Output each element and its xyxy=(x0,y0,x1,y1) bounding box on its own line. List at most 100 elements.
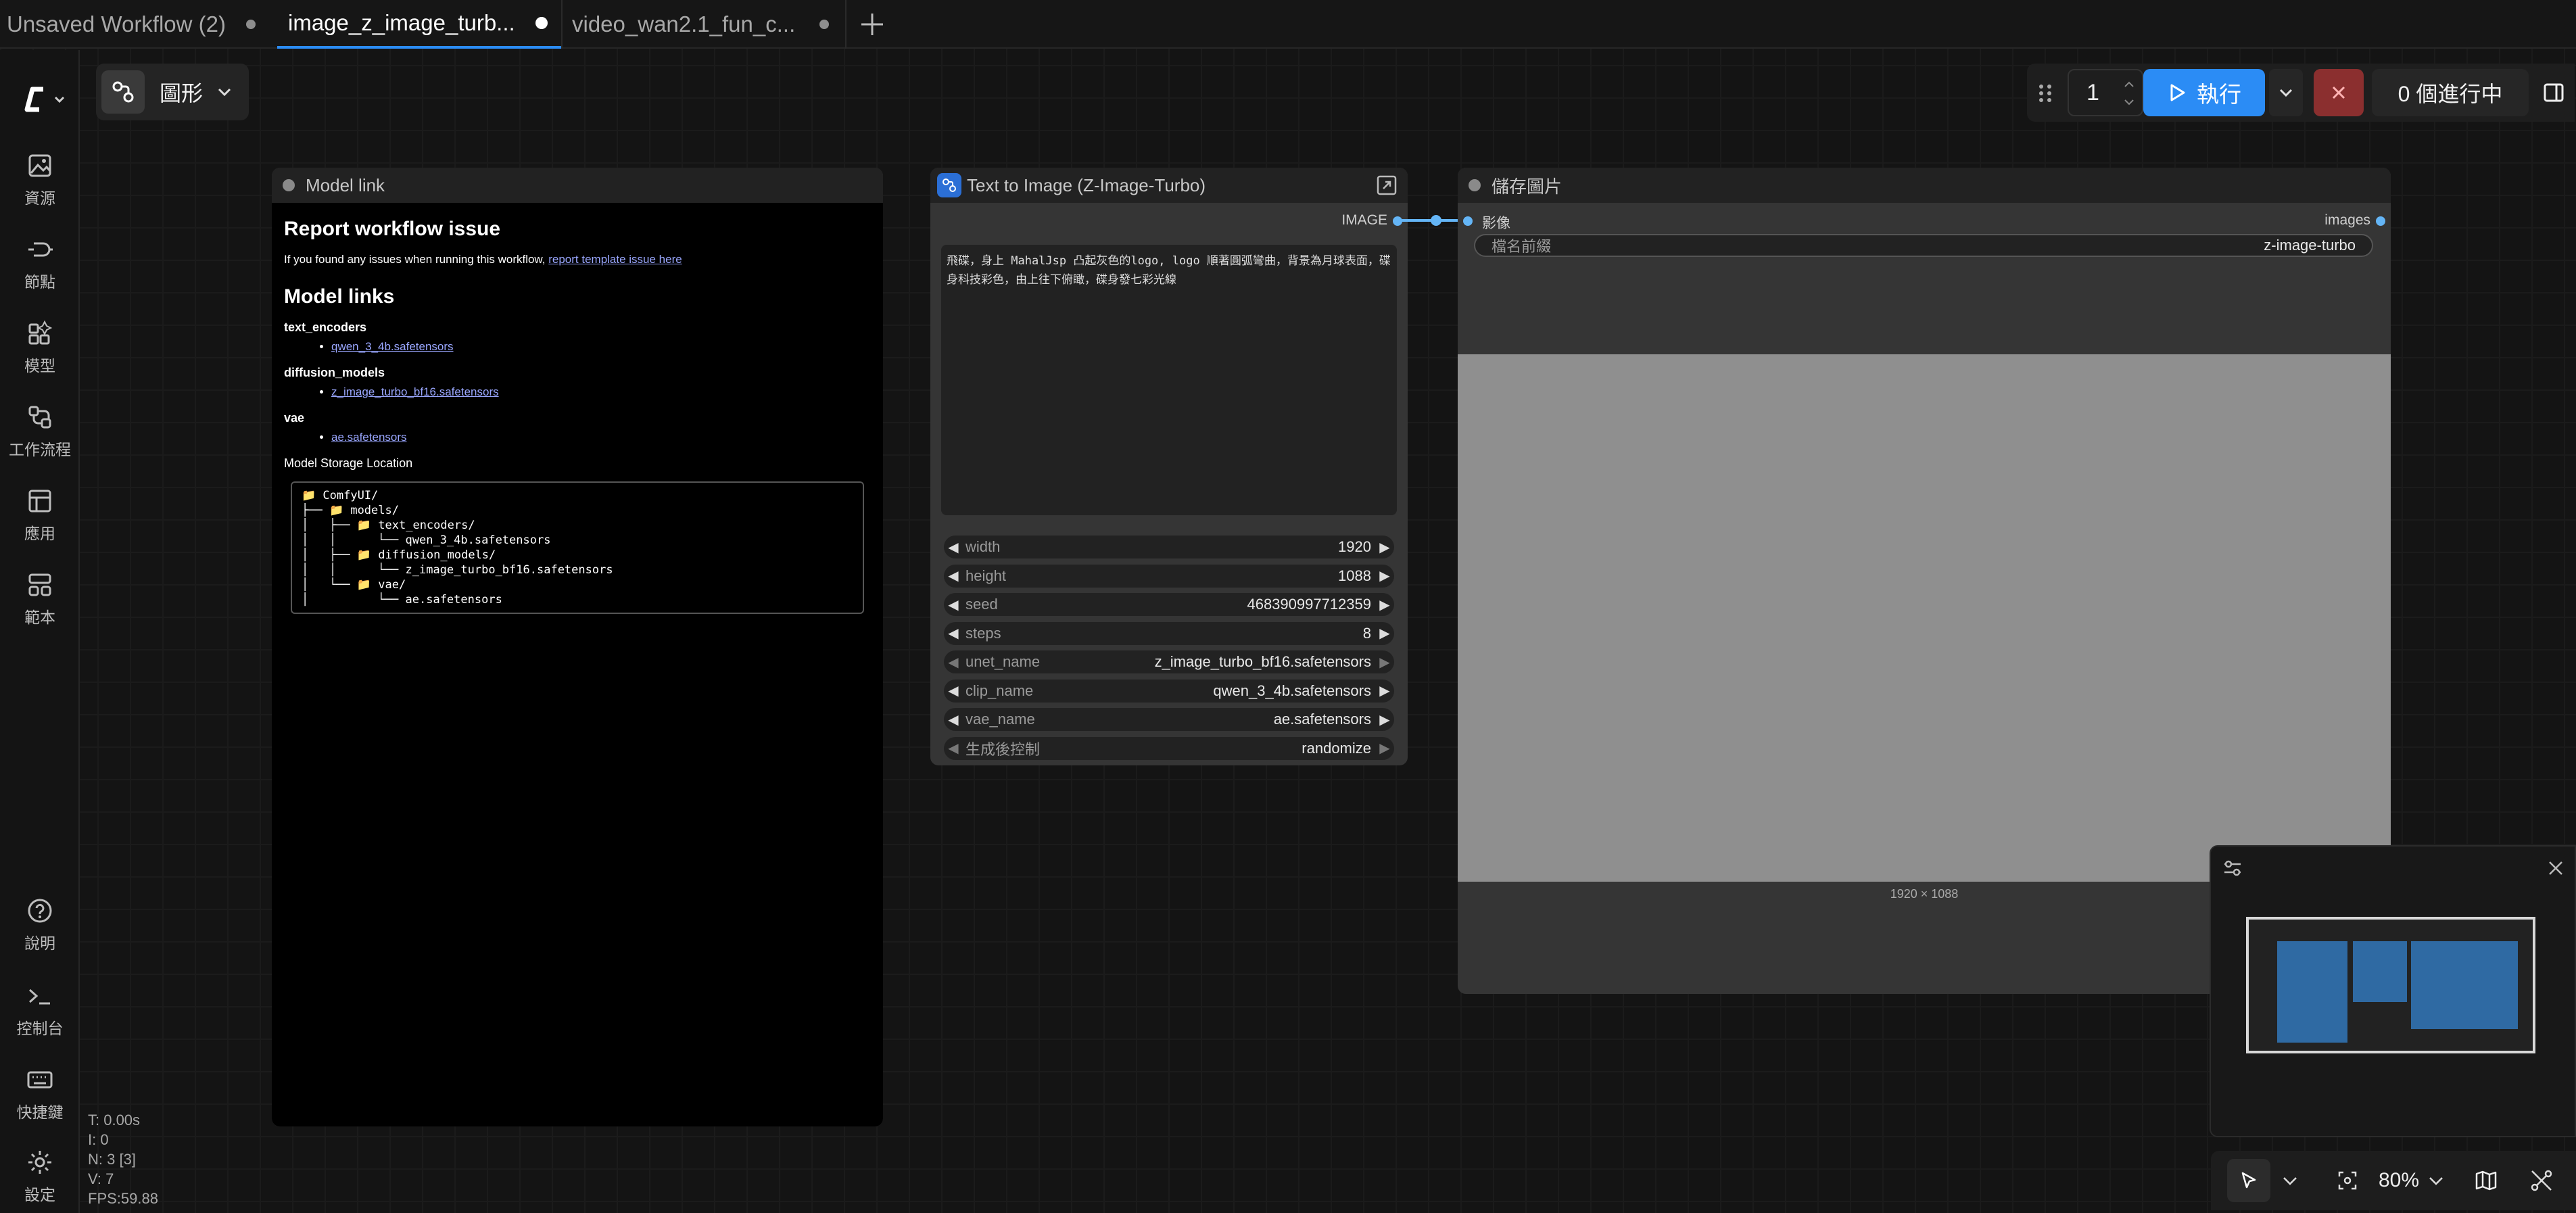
report-issue-link[interactable]: report template issue here xyxy=(548,253,682,266)
chevron-down-icon xyxy=(2279,89,2293,97)
stat-nodes: N: 3 [3] xyxy=(88,1151,136,1168)
tab-unsaved-workflow[interactable]: Unsaved Workflow (2) xyxy=(7,0,264,49)
minimap-toggle-icon[interactable] xyxy=(2473,1168,2499,1193)
increment-arrow-icon[interactable]: ▶ xyxy=(1375,740,1394,757)
text-to-image-node[interactable]: Text to Image (Z-Image-Turbo) IMAGE 飛碟，身… xyxy=(930,168,1408,765)
close-icon[interactable] xyxy=(2544,856,2568,880)
widget-label: unet_name xyxy=(965,653,1041,670)
run-button[interactable]: 執行 xyxy=(2143,69,2265,116)
select-tool-button[interactable] xyxy=(2227,1159,2270,1202)
model-library-icon xyxy=(28,320,53,345)
node-header[interactable]: Text to Image (Z-Image-Turbo) xyxy=(930,168,1408,203)
run-options-dropdown[interactable] xyxy=(2269,69,2303,116)
output-slot-dot[interactable] xyxy=(2376,216,2385,226)
model-file-link[interactable]: ae.safetensors xyxy=(331,431,407,444)
input-slot-dot[interactable] xyxy=(1463,216,1473,226)
widget-height[interactable]: ◀ height 1088 ▶ xyxy=(944,564,1394,588)
sidebar-item-models[interactable]: 模型 xyxy=(0,318,80,376)
fit-view-icon[interactable] xyxy=(2335,1168,2360,1193)
comfy-logo-icon[interactable] xyxy=(20,84,68,115)
increment-arrow-icon[interactable]: ▶ xyxy=(1375,539,1394,556)
chevron-down-icon xyxy=(218,88,231,97)
tab-label: video_wan2.1_fun_c... xyxy=(572,11,796,37)
increment-arrow-icon[interactable]: ▶ xyxy=(1375,567,1394,584)
stat-i: I: 0 xyxy=(88,1131,109,1148)
model-file-link[interactable]: qwen_3_4b.safetensors xyxy=(331,340,454,353)
collapse-dot-icon[interactable] xyxy=(283,179,295,191)
chevron-down-icon xyxy=(2429,1177,2443,1185)
batch-count-stepper[interactable]: 1 xyxy=(2068,69,2143,116)
sidebar-item-workflows[interactable]: 工作流程 xyxy=(0,402,80,460)
widget--[interactable]: ◀ 生成後控制 randomize ▶ xyxy=(944,736,1394,760)
stepper-arrows-icon[interactable] xyxy=(2122,76,2137,111)
new-tab-plus-icon[interactable] xyxy=(856,8,888,41)
queue-status-button[interactable]: 0 個進行中 xyxy=(2372,69,2529,116)
increment-arrow-icon[interactable]: ▶ xyxy=(1375,596,1394,613)
unsaved-dot-icon[interactable] xyxy=(246,20,256,29)
hide-links-icon[interactable] xyxy=(2529,1168,2554,1193)
decrement-arrow-icon[interactable]: ◀ xyxy=(944,596,963,613)
node-library-icon xyxy=(28,242,53,257)
increment-arrow-icon[interactable]: ▶ xyxy=(1375,682,1394,699)
stat-time: T: 0.00s xyxy=(88,1112,141,1128)
sidebar-item-templates[interactable]: 範本 xyxy=(0,569,80,627)
decrement-arrow-icon[interactable]: ◀ xyxy=(944,711,963,728)
increment-arrow-icon[interactable]: ▶ xyxy=(1375,711,1394,728)
sidebar-item-assets[interactable]: 資源 xyxy=(0,150,80,208)
prompt-textarea[interactable]: 飛碟，身上 MahalJsp 凸起灰色的logo, logo 順著圓弧彎曲，背景… xyxy=(941,245,1397,515)
model-link-node[interactable]: Model link Report workflow issue If you … xyxy=(272,168,883,1126)
input-slot-label: 影像 xyxy=(1482,216,1510,231)
cancel-run-button[interactable] xyxy=(2314,69,2364,116)
tab-video-wan[interactable]: video_wan2.1_fun_c... xyxy=(572,0,836,49)
graph-mode-label: 圖形 xyxy=(160,81,204,105)
decrement-arrow-icon[interactable]: ◀ xyxy=(944,539,963,556)
minimap-panel[interactable] xyxy=(2210,845,2576,1137)
play-icon xyxy=(2170,84,2185,101)
collapse-dot-icon[interactable] xyxy=(1469,179,1481,191)
issue-text: If you found any issues when running thi… xyxy=(284,253,549,266)
node-header[interactable]: 儲存圖片 xyxy=(1458,168,2391,203)
help-icon xyxy=(28,899,52,923)
node-title: Text to Image (Z-Image-Turbo) xyxy=(967,174,1206,195)
widget-unet-name[interactable]: ◀ unet_name z_image_turbo_bf16.safetensors… xyxy=(944,650,1394,673)
graph-mode-selector[interactable]: 圖形 xyxy=(96,64,249,120)
sidebar-item-shortcuts[interactable]: 快捷鍵 xyxy=(0,1064,80,1122)
sidebar-item-label: 控制台 xyxy=(16,1020,64,1037)
unsaved-dot-icon[interactable] xyxy=(819,20,830,29)
decrement-arrow-icon[interactable]: ◀ xyxy=(944,682,963,699)
filename-prefix-value: z-image-turbo xyxy=(2264,237,2356,254)
sidebar-item-settings[interactable]: 設定 xyxy=(0,1147,80,1205)
sidebar-item-console[interactable]: 控制台 xyxy=(0,980,80,1039)
increment-arrow-icon[interactable]: ▶ xyxy=(1375,654,1394,671)
sidebar-item-nodes[interactable]: 節點 xyxy=(0,234,80,292)
widget-width[interactable]: ◀ width 1920 ▶ xyxy=(944,536,1394,558)
model-list: ae.safetensors xyxy=(331,431,871,444)
widget-steps[interactable]: ◀ steps 8 ▶ xyxy=(944,621,1394,645)
widget-seed[interactable]: ◀ seed 468390997712359 ▶ xyxy=(944,593,1394,616)
decrement-arrow-icon[interactable]: ◀ xyxy=(944,567,963,584)
minimap-viewport[interactable] xyxy=(2246,917,2535,1053)
tab-image-z-image-turbo[interactable]: image_z_image_turb... xyxy=(277,0,561,49)
sidebar-item-apps[interactable]: 應用 xyxy=(0,485,80,544)
widget-clip-name[interactable]: ◀ clip_name qwen_3_4b.safetensors ▶ xyxy=(944,679,1394,703)
drag-handle-icon[interactable] xyxy=(2036,80,2054,107)
tab-bar: Unsaved Workflow (2) image_z_image_turb.… xyxy=(0,0,2576,49)
node-header[interactable]: Model link xyxy=(272,168,883,203)
increment-arrow-icon[interactable]: ▶ xyxy=(1375,625,1394,642)
decrement-arrow-icon[interactable]: ◀ xyxy=(944,654,963,671)
widget-vae-name[interactable]: ◀ vae_name ae.safetensors ▶ xyxy=(944,708,1394,731)
unsaved-dot-icon[interactable] xyxy=(535,17,548,29)
decrement-arrow-icon[interactable]: ◀ xyxy=(944,625,963,642)
sidebar-item-label: 節點 xyxy=(24,273,55,291)
minimap-settings-icon[interactable] xyxy=(2220,856,2245,880)
list-item: z_image_turbo_bf16.safetensors xyxy=(331,385,871,399)
sidebar-item-help[interactable]: 說明 xyxy=(0,895,80,953)
model-file-link[interactable]: z_image_turbo_bf16.safetensors xyxy=(331,385,499,398)
open-subgraph-icon[interactable] xyxy=(1375,174,1398,197)
filename-prefix-field[interactable]: 檔名前綴 z-image-turbo xyxy=(1474,234,2373,257)
toggle-panel-button[interactable] xyxy=(2535,69,2572,116)
chevron-down-icon[interactable] xyxy=(2280,1170,2300,1191)
output-image-preview[interactable] xyxy=(1458,354,2391,882)
zoom-control[interactable]: 80% xyxy=(2379,1169,2446,1192)
decrement-arrow-icon[interactable]: ◀ xyxy=(944,740,963,757)
